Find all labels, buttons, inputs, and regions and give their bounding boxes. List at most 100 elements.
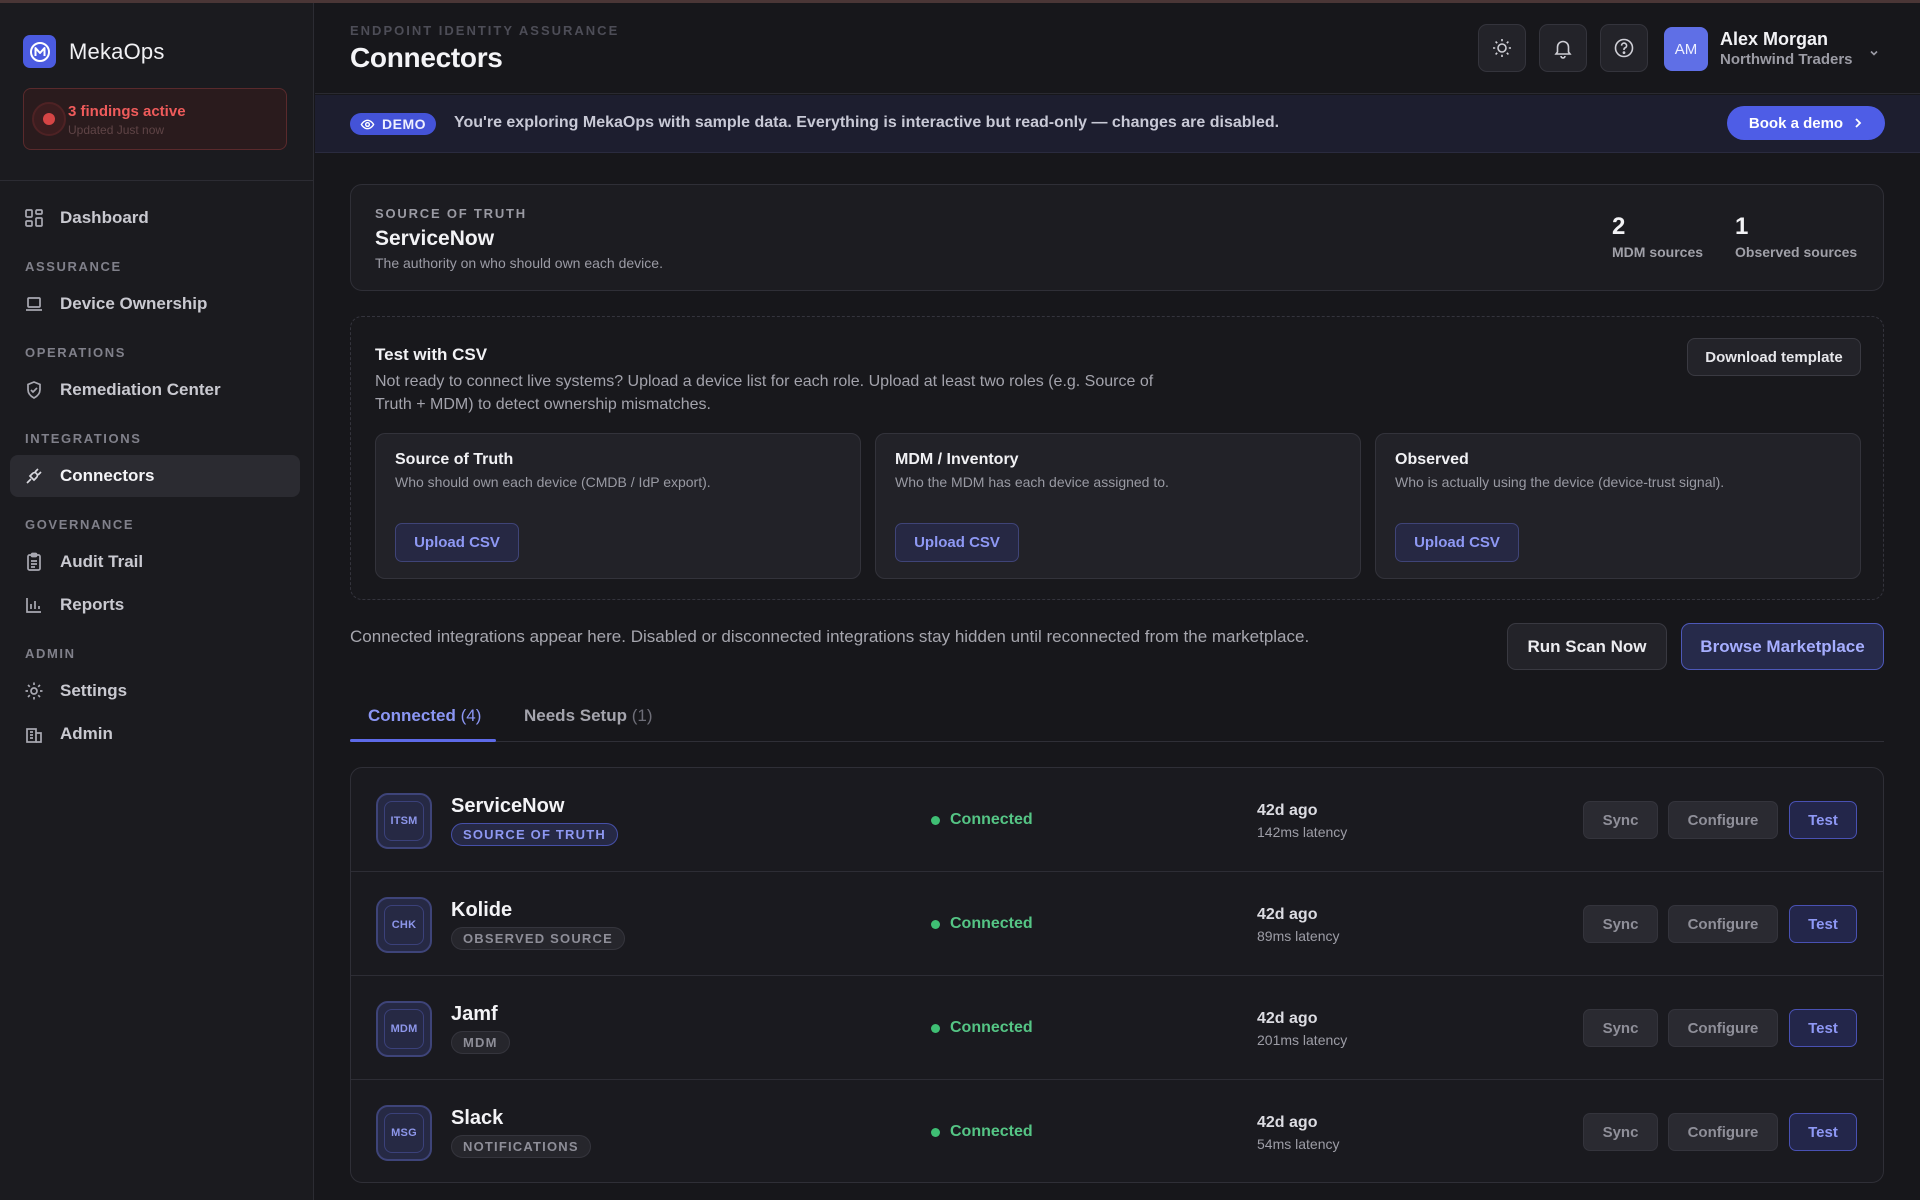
stat-observed-sources: 1 Observed sources: [1735, 213, 1857, 260]
connector-row[interactable]: MSG Slack NOTIFICATIONS Connected 42d ag…: [351, 1080, 1883, 1182]
sidebar-item-label: Reports: [60, 595, 125, 614]
sync-button[interactable]: Sync: [1583, 801, 1658, 839]
page-eyebrow: ENDPOINT IDENTITY ASSURANCE: [350, 23, 620, 38]
bell-icon: [1554, 40, 1572, 59]
connector-role-badge: SOURCE OF TRUTH: [451, 823, 618, 846]
configure-button[interactable]: Configure: [1668, 1113, 1778, 1151]
message-icon: MSG: [376, 1105, 432, 1161]
sidebar-item-remediation-center[interactable]: Remediation Center: [10, 369, 300, 411]
test-button[interactable]: Test: [1789, 1113, 1857, 1151]
notifications-button[interactable]: [1539, 24, 1587, 72]
sidebar-item-label: Admin: [60, 724, 113, 743]
sidebar-item-settings[interactable]: Settings: [10, 670, 300, 712]
page-title: Connectors: [350, 42, 503, 73]
stat-value: 1: [1735, 213, 1749, 240]
tab-connected[interactable]: Connected (4): [368, 706, 481, 726]
tab-label: Needs Setup: [524, 706, 627, 725]
chevron-down-icon[interactable]: [1868, 47, 1880, 59]
findings-alert[interactable]: 3 findings active Updated Just now: [23, 88, 287, 150]
last-sync: 42d ago: [1257, 1010, 1318, 1027]
connector-row[interactable]: MDM Jamf MDM Connected 42d ago 201ms lat…: [351, 976, 1883, 1080]
role-title: Observed: [1395, 451, 1469, 468]
configure-button[interactable]: Configure: [1668, 801, 1778, 839]
configure-button[interactable]: Configure: [1668, 905, 1778, 943]
role-description: Who the MDM has each device assigned to.: [895, 474, 1169, 490]
stat-label: Observed sources: [1735, 244, 1858, 260]
tab-label: Connected: [368, 706, 456, 725]
test-button[interactable]: Test: [1789, 1009, 1857, 1047]
sync-button[interactable]: Sync: [1583, 905, 1658, 943]
run-scan-button[interactable]: Run Scan Now: [1507, 623, 1667, 670]
status-label: Connected: [950, 811, 1033, 828]
connector-row[interactable]: ITSM ServiceNow SOURCE OF TRUTH Connecte…: [351, 768, 1883, 872]
test-button[interactable]: Test: [1789, 801, 1857, 839]
integrations-note: Connected integrations appear here. Disa…: [350, 627, 1310, 646]
book-demo-button[interactable]: Book a demo: [1727, 106, 1885, 140]
alert-pulse-icon: [32, 102, 66, 136]
source-of-truth-name: ServiceNow: [375, 227, 495, 250]
connector-row[interactable]: CHK Kolide OBSERVED SOURCE Connected 42d…: [351, 872, 1883, 976]
connector-icon-text: MSG: [384, 1113, 424, 1153]
sidebar-item-connectors[interactable]: Connectors: [10, 455, 300, 497]
role-title: MDM / Inventory: [895, 451, 1019, 468]
help-button[interactable]: [1600, 24, 1648, 72]
dashboard-icon: [25, 209, 43, 227]
status-dot-icon: [931, 815, 940, 825]
test-button[interactable]: Test: [1789, 905, 1857, 943]
tab-needs-setup[interactable]: Needs Setup (1): [524, 706, 653, 726]
brand[interactable]: MekaOps: [23, 35, 165, 68]
check-icon: CHK: [376, 897, 432, 953]
demo-banner: DEMO You're exploring MekaOps with sampl…: [315, 95, 1920, 153]
theme-toggle-button[interactable]: [1478, 24, 1526, 72]
connector-icon-text: ITSM: [384, 801, 424, 841]
sync-button[interactable]: Sync: [1583, 1009, 1658, 1047]
status-label: Connected: [950, 1123, 1033, 1140]
source-of-truth-description: The authority on who should own each dev…: [375, 255, 663, 271]
page-header: ENDPOINT IDENTITY ASSURANCE Connectors A…: [315, 3, 1920, 94]
shield-check-icon: [27, 381, 41, 399]
sync-button[interactable]: Sync: [1583, 1113, 1658, 1151]
nav-section-integrations: INTEGRATIONS: [25, 431, 142, 446]
plug-icon: [26, 468, 42, 484]
sidebar-item-device-ownership[interactable]: Device Ownership: [10, 283, 300, 325]
sidebar-item-admin[interactable]: Admin: [10, 713, 300, 755]
role-description: Who should own each device (CMDB / IdP e…: [395, 474, 711, 490]
connector-role-badge: OBSERVED SOURCE: [451, 927, 625, 950]
laptop-icon: [26, 297, 42, 311]
upload-csv-button[interactable]: Upload CSV: [1395, 523, 1519, 562]
status-dot-icon: [931, 919, 940, 929]
sidebar-item-audit-trail[interactable]: Audit Trail: [10, 541, 300, 583]
csv-role-source-of-truth: Source of Truth Who should own each devi…: [375, 433, 861, 579]
nav-section-operations: OPERATIONS: [25, 345, 126, 360]
avatar[interactable]: AM: [1664, 27, 1708, 71]
tab-count: (4): [460, 706, 482, 725]
sidebar-divider: [0, 180, 314, 181]
upload-csv-button[interactable]: Upload CSV: [395, 523, 519, 562]
sidebar-item-dashboard[interactable]: Dashboard: [10, 197, 300, 239]
csv-description: Not ready to connect live systems? Uploa…: [375, 373, 1154, 413]
findings-updated: Updated Just now: [68, 123, 165, 137]
download-template-button[interactable]: Download template: [1687, 338, 1861, 376]
brand-name: MekaOps: [69, 38, 165, 64]
configure-button[interactable]: Configure: [1668, 1009, 1778, 1047]
sun-icon: [1493, 39, 1511, 57]
browse-marketplace-button[interactable]: Browse Marketplace: [1681, 623, 1884, 670]
mdm-icon: MDM: [376, 1001, 432, 1057]
sidebar-item-label: Audit Trail: [60, 552, 144, 571]
connector-name: Slack: [451, 1107, 504, 1129]
latency: 142ms latency: [1257, 824, 1348, 840]
status-dot-icon: [931, 1127, 940, 1137]
sidebar: MekaOps 3 findings active Updated Just n…: [0, 3, 314, 1200]
status-label: Connected: [950, 915, 1033, 932]
connector-name: Kolide: [451, 899, 513, 921]
stat-mdm-sources: 2 MDM sources: [1612, 213, 1703, 260]
connector-status: Connected: [931, 1019, 1033, 1037]
brand-logo-icon: [23, 35, 56, 68]
demo-badge-label: DEMO: [382, 116, 426, 132]
upload-csv-button[interactable]: Upload CSV: [895, 523, 1019, 562]
sidebar-item-label: Dashboard: [60, 208, 149, 227]
user-name[interactable]: Alex Morgan: [1720, 29, 1828, 50]
csv-test-card: Test with CSV Not ready to connect live …: [350, 316, 1884, 600]
sidebar-item-reports[interactable]: Reports: [10, 584, 300, 626]
user-org: Northwind Traders: [1720, 51, 1853, 68]
